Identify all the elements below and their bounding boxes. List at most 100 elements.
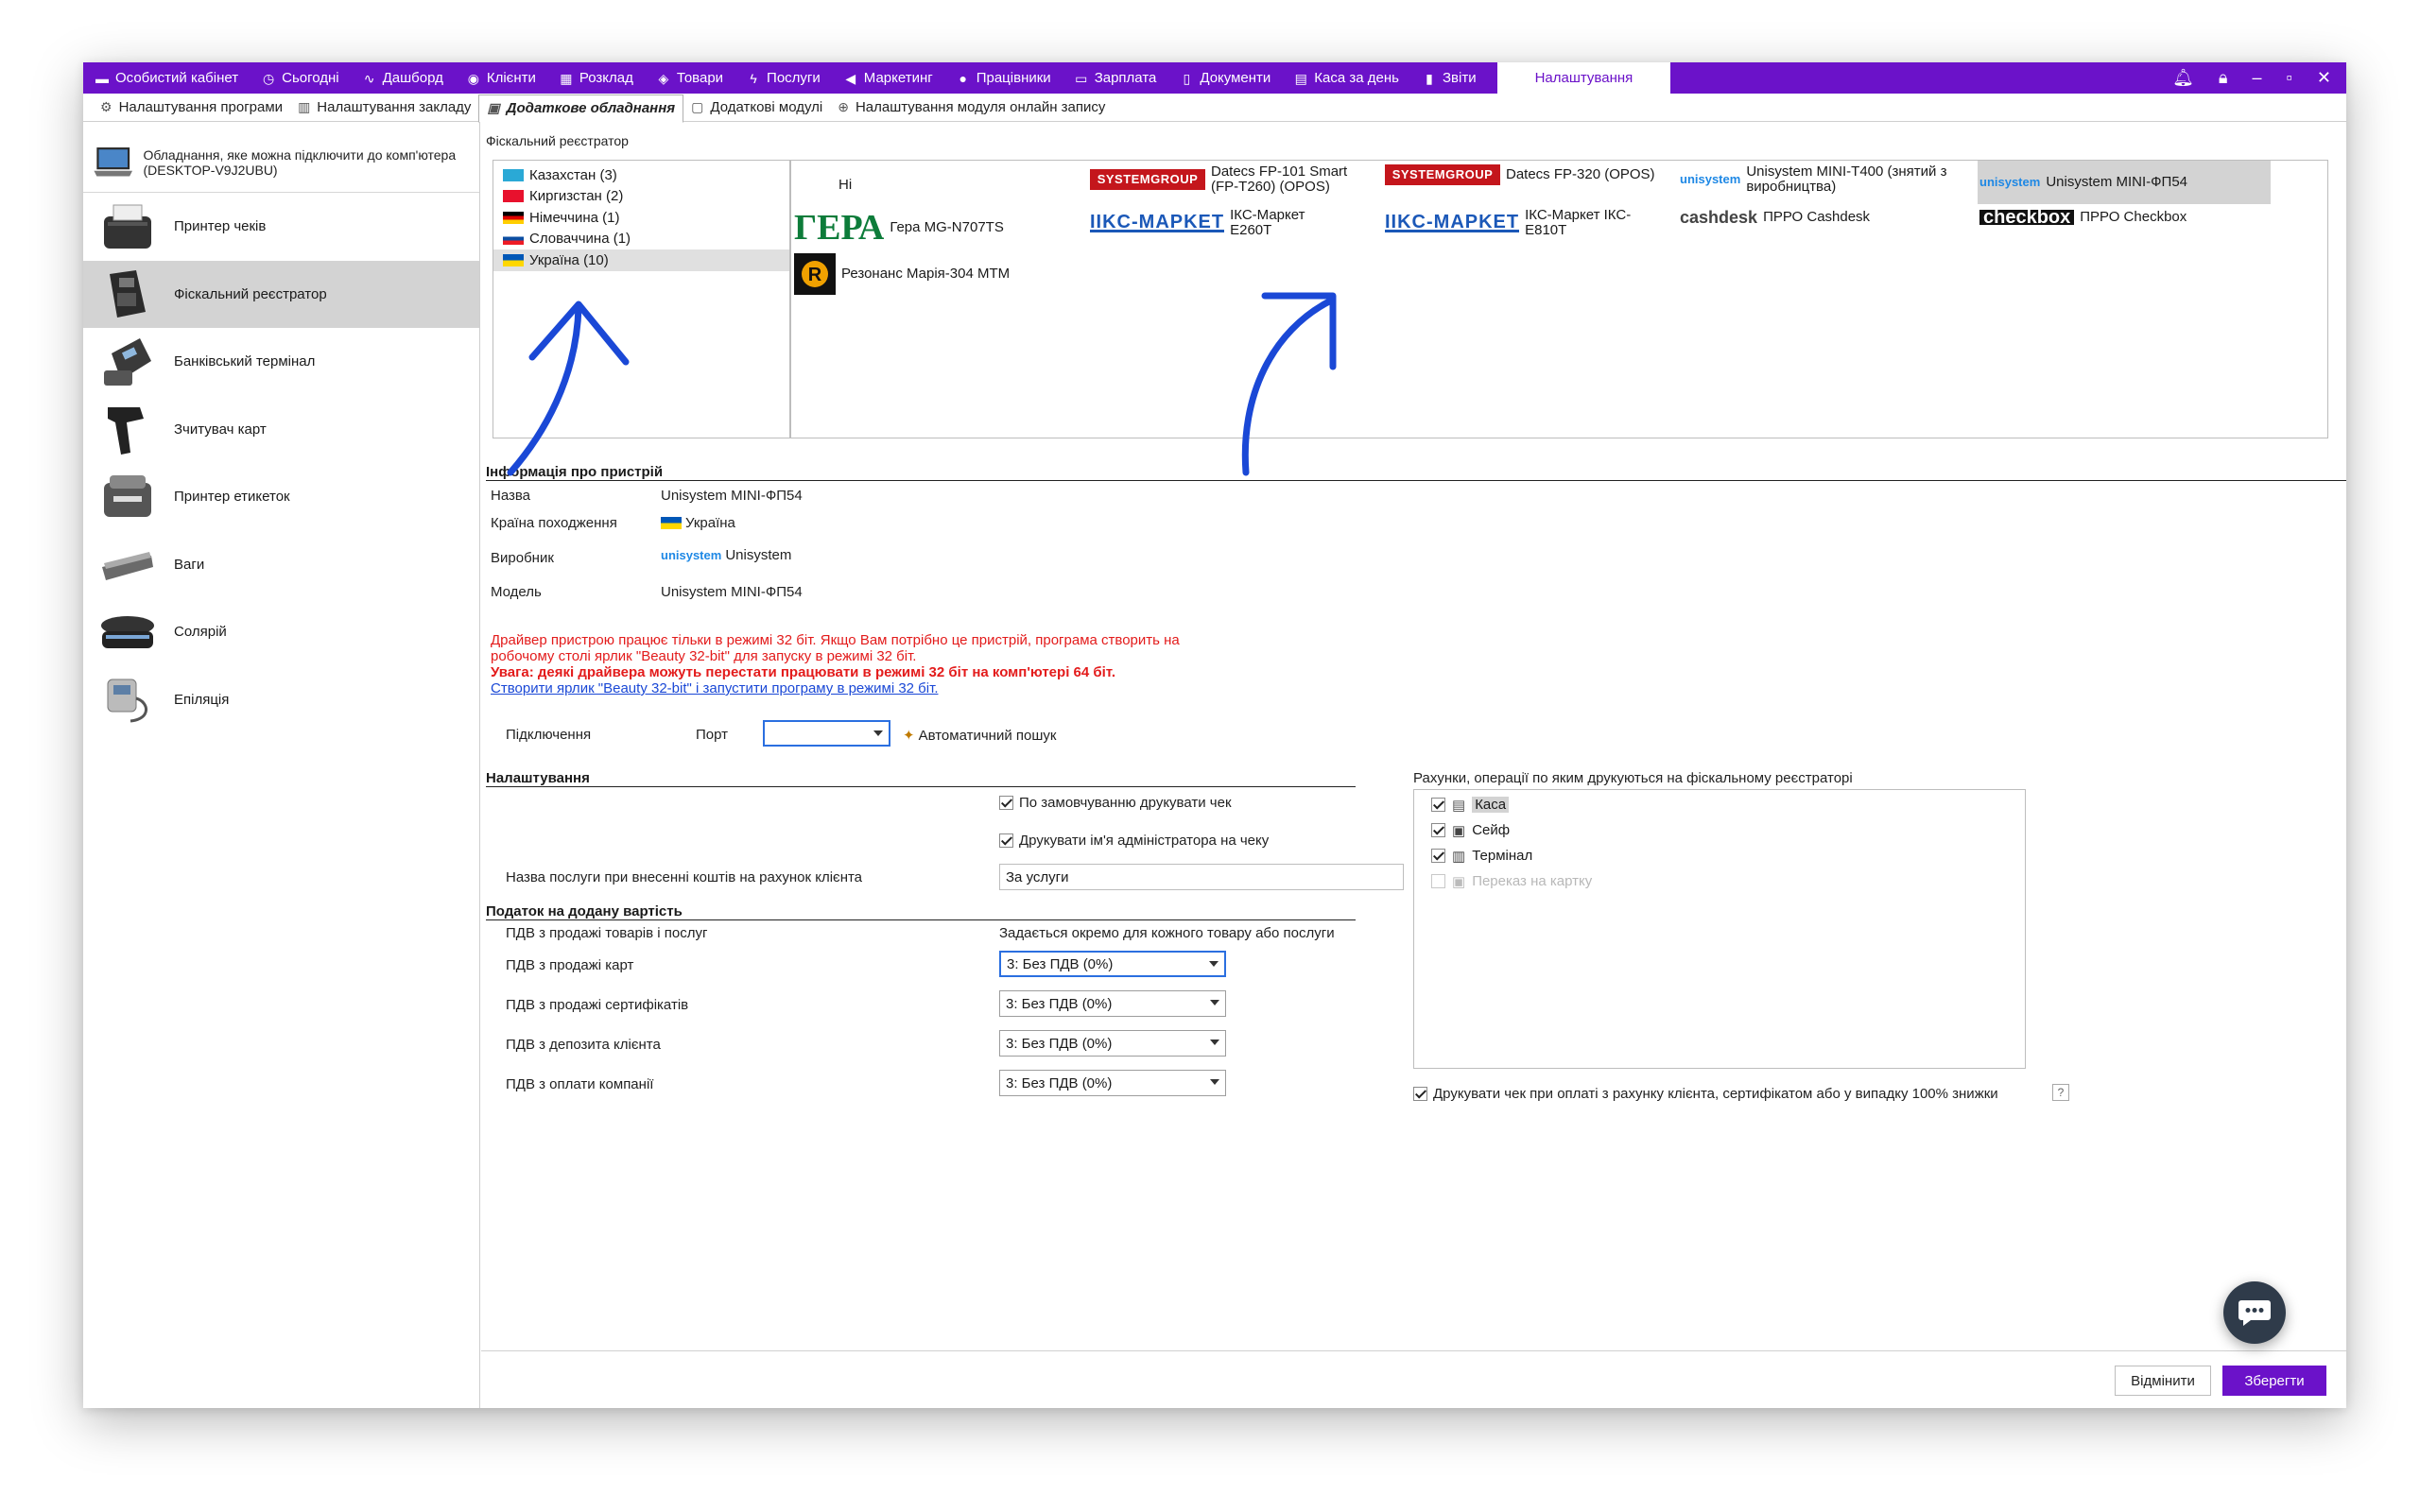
account-cash[interactable]: ▤ Каса [1414, 792, 2025, 817]
checkbox-unchecked[interactable] [1431, 874, 1445, 888]
device-tile-iks-e810t[interactable]: IIKC-MAPKET ІКС-Маркет ІКС-Е810Т [1385, 208, 1638, 238]
vat-cards-label: ПДВ з продажі карт [506, 957, 634, 973]
account-safe[interactable]: ▣ Сейф [1414, 817, 2025, 843]
window-icon: ▢ [691, 99, 704, 114]
building-icon: ▥ [1452, 848, 1466, 865]
maker-value: unisystem Unisystem [661, 547, 792, 563]
model-value: Unisystem MINI-ФП54 [661, 584, 803, 600]
device-bank-terminal[interactable]: Банківський термінал [83, 328, 479, 396]
account-terminal[interactable]: ▥ Термінал [1414, 843, 2025, 868]
name-value: Unisystem MINI-ФП54 [661, 488, 803, 504]
vat-company-label: ПДВ з оплати компанії [506, 1076, 654, 1092]
cancel-button[interactable]: Відмінити [2115, 1366, 2211, 1396]
nav-marketing[interactable]: ◀ Маркетинг [832, 62, 944, 94]
tab-additional-modules[interactable]: ▢ Додаткові модулі [683, 94, 830, 121]
nav-clients[interactable]: ◉ Клієнти [455, 62, 547, 94]
device-card-reader[interactable]: Зчитувач карт [83, 396, 479, 464]
device-tile-checkbox[interactable]: checkbox ПРРО Checkbox [1979, 208, 2187, 227]
country-kazakhstan[interactable]: Казахстан (3) [493, 164, 789, 186]
tab-venue-settings[interactable]: ▥ Налаштування закладу [290, 94, 478, 121]
model-label: Модель [491, 584, 542, 600]
flag-kazakhstan-icon [503, 168, 524, 181]
minimize-icon[interactable]: – [2253, 68, 2262, 88]
document-icon: ▯ [1183, 70, 1191, 86]
help-icon[interactable]: ? [2052, 1084, 2069, 1101]
auto-search-button[interactable]: ✦ Автоматичний пошук [903, 727, 1056, 745]
vat-deposit-select[interactable]: 3: Без ПДВ (0%) [999, 1030, 1226, 1057]
country-slovakia[interactable]: Словаччина (1) [493, 229, 789, 250]
device-tile-unisystem-t400[interactable]: unisystem Unisystem MINI-T400 (знятий з в… [1680, 164, 1954, 195]
device-tile-none[interactable]: Ні [838, 178, 852, 193]
unisystem-logo-3: unisystem [661, 548, 722, 562]
device-tile-datecs-320[interactable]: SYSTEMGROUP Datecs FP-320 (OPOS) [1385, 164, 1655, 185]
tab-program-settings[interactable]: ⚙ Налаштування програми [93, 94, 290, 121]
nav-goods[interactable]: ◈ Товари [645, 62, 735, 94]
account-card-transfer[interactable]: ▣ Переказ на картку [1414, 868, 2025, 894]
device-tile-unisystem-fp54[interactable]: unisystem Unisystem MINI-ФП54 [1978, 161, 2271, 204]
print-on-account-checkbox[interactable]: Друкувати чек при оплаті з рахунку клієн… [1413, 1086, 1998, 1102]
device-label-printer[interactable]: Принтер етикеток [83, 463, 479, 531]
safe-icon: ▣ [1452, 822, 1466, 839]
device-receipt-printer[interactable]: Принтер чеків [83, 193, 479, 261]
lock-icon[interactable]: 🔒︎ [2219, 68, 2228, 88]
nav-reports[interactable]: ▮ Звіти [1410, 62, 1488, 94]
checkbox-checked[interactable] [1431, 823, 1445, 837]
bell-icon[interactable]: 🔔︎ [2172, 68, 2194, 88]
checkbox-checked[interactable] [1431, 849, 1445, 863]
country-ukraine[interactable]: Україна (10) [493, 249, 789, 271]
nav-services[interactable]: ϟ Послуги [735, 62, 832, 94]
flag-ukraine-icon [503, 253, 524, 266]
vat-header: Податок на додану вартість [486, 903, 1356, 920]
computer-label: Обладнання, яке можна підключити до комп… [143, 147, 457, 178]
chevron-down-icon [1209, 961, 1219, 967]
driver-warning: Драйвер пристрою працює тільки в режимі … [491, 632, 1237, 696]
chat-button[interactable] [2223, 1281, 2286, 1344]
save-button[interactable]: Зберегти [2222, 1366, 2326, 1396]
device-tile-rezonans[interactable]: R Резонанс Марія-304 МТМ [794, 253, 1010, 295]
device-epilation[interactable]: Епіляція [83, 666, 479, 734]
port-select[interactable] [763, 720, 890, 747]
close-icon[interactable]: ✕ [2317, 68, 2331, 88]
accounts-header: Рахунки, операції по яким друкуються на … [1413, 770, 1853, 786]
main-nav: ▬ Особистий кабінет ◷ Сьогодні ∿ Дашборд ◉ К… [83, 62, 2346, 94]
tab-online-booking-settings[interactable]: ⊕ Налаштування модуля онлайн запису [830, 94, 1113, 121]
service-name-input[interactable]: За услуги [999, 864, 1404, 890]
globe-icon: ⊕ [838, 99, 849, 114]
device-fiscal-registrar[interactable]: Фіскальний реєстратор [83, 260, 479, 328]
country-germany[interactable]: Німеччина (1) [493, 207, 789, 229]
device-tile-gera[interactable]: ГЕРА Гера MG-N707TS [794, 210, 1004, 246]
checkbox-checked[interactable] [1413, 1087, 1427, 1101]
nav-employees[interactable]: ● Працівники [944, 62, 1063, 94]
clock-icon: ◷ [263, 70, 275, 86]
create-shortcut-link[interactable]: Створити ярлик "Beauty 32-bit" і запусти… [491, 680, 1237, 696]
checkbox-checked[interactable] [999, 796, 1013, 810]
device-tile-iks-e260t[interactable]: IIKC-MAPKET ІКС-Маркет Е260Т [1090, 208, 1321, 238]
equipment-sidebar: Обладнання, яке можна підключити до комп… [83, 122, 480, 1408]
country-kyrgyzstan[interactable]: Киргизстан (2) [493, 186, 789, 208]
vat-deposit-label: ПДВ з депозита клієнта [506, 1037, 661, 1053]
nav-today[interactable]: ◷ Сьогодні [250, 62, 351, 94]
nav-schedule[interactable]: ▦ Розклад [547, 62, 645, 94]
nav-settings[interactable]: Налаштування [1496, 62, 1671, 94]
nav-dashboard[interactable]: ∿ Дашборд [351, 62, 455, 94]
print-admin-checkbox[interactable]: Друкувати ім'я адміністратора на чеку [999, 833, 1269, 849]
nav-salary[interactable]: ▭ Зарплата [1063, 62, 1168, 94]
nav-cash-day[interactable]: ▤ Каса за день [1282, 62, 1410, 94]
unisystem-logo-2: unisystem [1979, 175, 2041, 189]
device-scales[interactable]: Ваги [83, 531, 479, 599]
vat-cards-select[interactable]: 3: Без ПДВ (0%) [999, 951, 1226, 977]
vat-company-select[interactable]: 3: Без ПДВ (0%) [999, 1070, 1226, 1096]
maximize-icon[interactable]: ▫ [2287, 68, 2292, 88]
checkbox-checked[interactable] [999, 833, 1013, 848]
tab-additional-equipment[interactable]: ▣ Додаткове обладнання [478, 94, 684, 123]
device-tile-cashdesk[interactable]: cashdesk ПРРО Cashdesk [1680, 209, 1870, 226]
device-solarium[interactable]: Солярій [83, 598, 479, 666]
vat-certificates-select[interactable]: 3: Без ПДВ (0%) [999, 990, 1226, 1017]
nav-documents[interactable]: ▯ Документи [1167, 62, 1282, 94]
building-icon: ▥ [298, 99, 311, 114]
print-default-checkbox[interactable]: По замовчуванню друкувати чек [999, 795, 1232, 811]
device-tile-datecs-101[interactable]: SYSTEMGROUP Datecs FP-101 Smart (FP-T260)… [1090, 164, 1353, 195]
checkbox-checked[interactable] [1431, 798, 1445, 812]
country-label: Країна походження [491, 515, 617, 531]
nav-personal-cabinet[interactable]: ▬ Особистий кабінет [83, 62, 250, 94]
